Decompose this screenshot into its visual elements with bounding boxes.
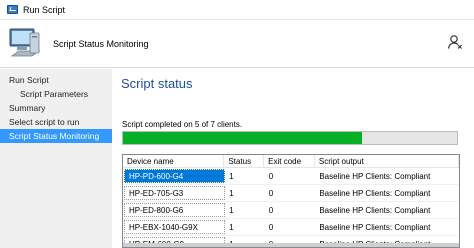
window-title: Run Script xyxy=(23,4,66,15)
cell-device-name: HP-ED-705-G3 xyxy=(124,186,226,200)
progress-bar xyxy=(122,131,458,145)
cell-exit-code: 0 xyxy=(268,189,274,198)
table-row[interactable]: HP-EBX-1040-G9X 1 0 Baseline HP Clients:… xyxy=(123,219,459,236)
computer-icon xyxy=(9,28,41,57)
wizard-nav: Run Script Script Parameters Summary Sel… xyxy=(0,69,112,248)
user-feedback-icon[interactable] xyxy=(447,34,463,50)
cell-exit-code: 0 xyxy=(268,172,274,181)
table-header: Device name Status Exit code Script outp… xyxy=(123,155,459,168)
column-header-device-name[interactable]: Device name xyxy=(123,155,225,167)
cell-exit-code: 0 xyxy=(268,223,274,232)
nav-item-script-status-monitoring[interactable]: Script Status Monitoring xyxy=(0,129,112,143)
nav-item-select-script[interactable]: Select script to run xyxy=(0,115,112,129)
nav-item-run-script[interactable]: Run Script xyxy=(0,73,112,87)
nav-item-script-parameters[interactable]: Script Parameters xyxy=(0,87,112,101)
title-bar: Run Script xyxy=(0,0,474,20)
column-header-status[interactable]: Status xyxy=(224,155,265,167)
cell-status: 1 xyxy=(229,206,234,215)
cell-device-name: HP-EBX-1040-G9X xyxy=(124,220,226,234)
cell-script-output: Baseline HP Clients: Compliant xyxy=(319,172,431,181)
results-table[interactable]: Device name Status Exit code Script outp… xyxy=(122,154,460,248)
section-title: Script status xyxy=(121,76,193,91)
cell-exit-code: 0 xyxy=(268,206,274,215)
cell-device-name: HP-ED-800-G6 xyxy=(124,203,226,217)
cell-status: 1 xyxy=(229,189,234,198)
table-row[interactable]: HP-PD-600-G4 1 0 Baseline HP Clients: Co… xyxy=(123,168,459,185)
cell-script-output: Baseline HP Clients: Compliant xyxy=(319,189,431,198)
run-script-app-icon xyxy=(7,5,18,14)
wizard-header: Script Status Monitoring xyxy=(0,20,474,68)
column-header-script-output[interactable]: Script output xyxy=(315,155,459,167)
nav-item-summary[interactable]: Summary xyxy=(0,101,112,115)
status-text: Script completed on 5 of 7 clients. xyxy=(122,120,243,129)
cell-script-output: Baseline HP Clients: Compliant xyxy=(319,206,431,215)
progress-fill xyxy=(123,132,362,144)
cell-device-name: HP-PD-600-G4 xyxy=(124,169,226,183)
cell-status: 1 xyxy=(229,172,234,181)
column-header-exit-code[interactable]: Exit code xyxy=(264,155,315,167)
cell-status: 1 xyxy=(229,223,234,232)
horizontal-scrollbar[interactable] xyxy=(123,243,459,247)
header-title: Script Status Monitoring xyxy=(53,39,149,49)
table-row[interactable]: HP-ED-800-G6 1 0 Baseline HP Clients: Co… xyxy=(123,202,459,219)
table-row[interactable]: HP-ED-705-G3 1 0 Baseline HP Clients: Co… xyxy=(123,185,459,202)
main-panel: Script status Script completed on 5 of 7… xyxy=(112,69,474,248)
cell-script-output: Baseline HP Clients: Compliant xyxy=(319,223,431,232)
